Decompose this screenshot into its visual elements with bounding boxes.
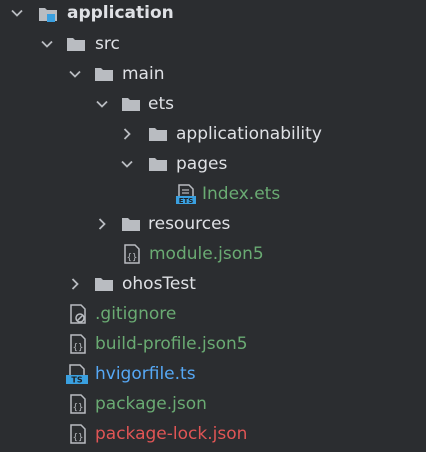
tree-node-label: applicationability [176, 124, 322, 144]
svg-text:TS: TS [71, 376, 82, 385]
tree-node-label: ets [148, 94, 174, 114]
tree-node-ohostest[interactable]: ohosTest [0, 269, 426, 299]
folder-icon [66, 34, 86, 54]
tree-node-label: package.json [95, 394, 207, 414]
chevron-down-icon[interactable] [40, 37, 54, 51]
chevron-down-icon[interactable] [120, 157, 134, 171]
json-file-icon: {} [68, 394, 88, 414]
chevron-down-icon[interactable] [68, 67, 82, 81]
folder-icon [148, 124, 168, 144]
project-tree: application src main ets applicationabil… [0, 0, 426, 452]
folder-icon [121, 214, 141, 234]
chevron-down-icon[interactable] [95, 97, 109, 111]
svg-text:{}: {} [73, 403, 84, 413]
tree-node-label: main [122, 64, 165, 84]
tree-node-module-json5[interactable]: {} module.json5 [0, 239, 426, 269]
tree-node-label: hvigorfile.ts [95, 364, 196, 384]
svg-text:{}: {} [127, 253, 138, 263]
tree-node-hvigorfile[interactable]: TS hvigorfile.ts [0, 359, 426, 389]
ets-file-icon: ETS [176, 184, 196, 205]
tree-node-label: pages [176, 154, 228, 174]
tree-node-label: resources [148, 214, 231, 234]
tree-node-label: Index.ets [202, 184, 281, 204]
tree-node-ets[interactable]: ets [0, 89, 426, 119]
tree-node-pages[interactable]: pages [0, 149, 426, 179]
tree-node-package-lock[interactable]: {} package-lock.json [0, 419, 426, 449]
tree-node-label: .gitignore [95, 304, 177, 324]
chevron-down-icon[interactable] [10, 6, 24, 20]
folder-icon [121, 94, 141, 114]
folder-icon [148, 154, 168, 174]
tree-node-index-ets[interactable]: ETS Index.ets [0, 179, 426, 209]
svg-text:{}: {} [73, 433, 84, 443]
folder-icon [94, 274, 114, 294]
json-file-icon: {} [122, 244, 142, 264]
ts-file-icon: TS [66, 364, 88, 385]
tree-node-build-profile[interactable]: {} build-profile.json5 [0, 329, 426, 359]
tree-node-applicationability[interactable]: applicationability [0, 119, 426, 149]
svg-text:ETS: ETS [179, 197, 194, 204]
tree-node-label: ohosTest [122, 274, 196, 294]
tree-node-label: package-lock.json [95, 424, 248, 444]
tree-node-label: src [95, 34, 120, 54]
svg-text:{}: {} [73, 343, 84, 353]
folder-icon [94, 64, 114, 84]
tree-node-gitignore[interactable]: .gitignore [0, 299, 426, 329]
module-folder-icon [38, 4, 58, 24]
gitignore-file-icon [68, 304, 88, 324]
tree-node-label: build-profile.json5 [95, 334, 248, 354]
tree-node-resources[interactable]: resources [0, 209, 426, 239]
tree-node-src[interactable]: src [0, 29, 426, 59]
json-file-icon: {} [68, 334, 88, 354]
tree-node-label: module.json5 [149, 244, 264, 264]
tree-node-label: application [67, 3, 174, 23]
json-file-icon: {} [68, 424, 88, 444]
tree-node-main[interactable]: main [0, 59, 426, 89]
tree-node-application[interactable]: application [0, 0, 426, 28]
chevron-right-icon[interactable] [68, 277, 82, 291]
chevron-right-icon[interactable] [95, 217, 109, 231]
chevron-right-icon[interactable] [120, 127, 134, 141]
tree-node-package-json[interactable]: {} package.json [0, 389, 426, 419]
